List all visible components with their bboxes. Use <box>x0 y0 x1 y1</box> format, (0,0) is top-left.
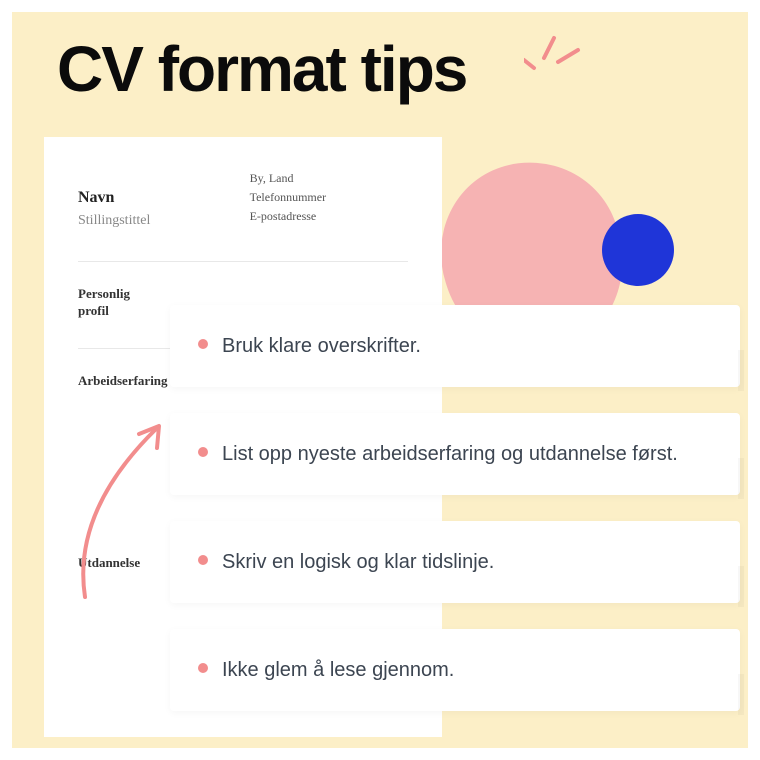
tip-card: Bruk klare overskrifter. <box>170 305 740 387</box>
cv-contact-phone: Telefonnummer <box>250 188 408 207</box>
tips-list: Bruk klare overskrifter. List opp nyeste… <box>170 305 740 711</box>
cv-name-label: Navn <box>78 189 250 207</box>
canvas-background: CV format tips Navn Stillingstittel By, … <box>12 12 748 748</box>
bullet-dot-icon <box>198 663 208 673</box>
bullet-dot-icon <box>198 447 208 457</box>
cv-section-personal-profile-line2: profil <box>78 303 109 318</box>
cv-role-label: Stillingstittel <box>78 213 250 229</box>
page-title: CV format tips <box>57 32 466 106</box>
tip-text: List opp nyeste arbeidserfaring og utdan… <box>222 440 678 468</box>
bullet-dot-icon <box>198 555 208 565</box>
cv-header: Navn Stillingstittel By, Land Telefonnum… <box>78 167 408 229</box>
cv-section-personal-profile-line1: Personlig <box>78 286 130 301</box>
tip-card: Ikke glem å lese gjennom. <box>170 629 740 711</box>
tip-text: Ikke glem å lese gjennom. <box>222 656 454 684</box>
spark-accent-icon <box>524 26 584 76</box>
tip-card: Skriv en logisk og klar tidslinje. <box>170 521 740 603</box>
cv-contact-city: By, Land <box>250 169 408 188</box>
cv-contact-email: E-postadresse <box>250 207 408 226</box>
cv-divider <box>78 261 408 262</box>
bullet-dot-icon <box>198 339 208 349</box>
tip-text: Bruk klare overskrifter. <box>222 332 421 360</box>
tip-card: List opp nyeste arbeidserfaring og utdan… <box>170 413 740 495</box>
decorative-blue-circle <box>602 214 674 286</box>
tip-text: Skriv en logisk og klar tidslinje. <box>222 548 494 576</box>
